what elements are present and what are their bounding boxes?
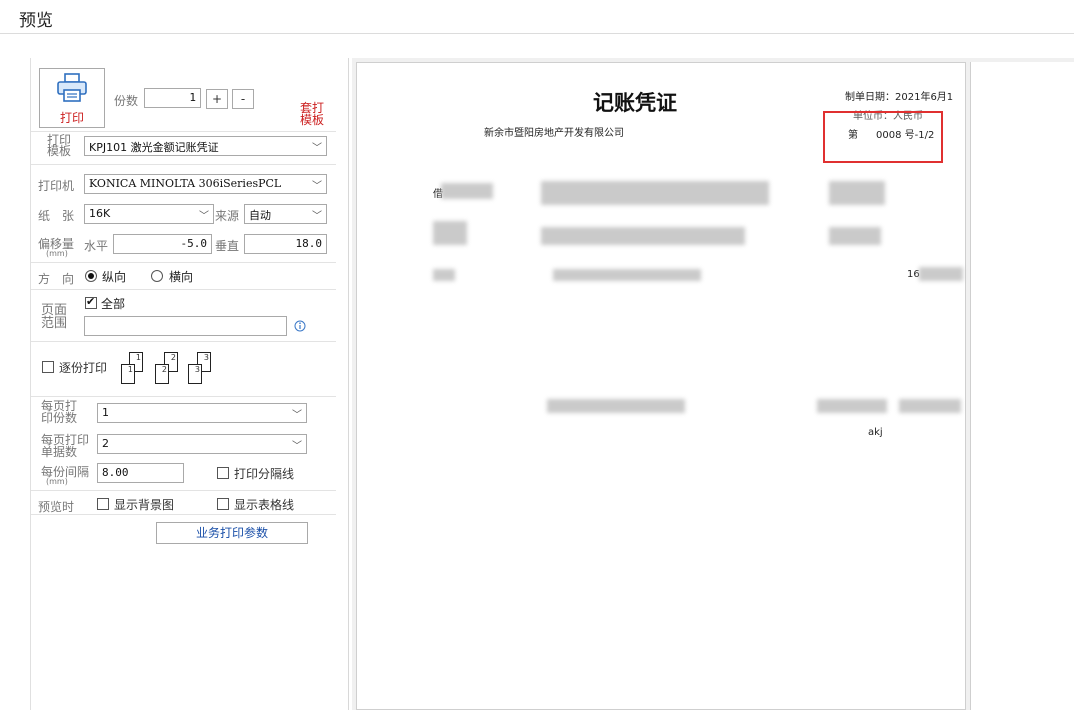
redacted-block [433, 269, 455, 281]
copies-per-page-select[interactable]: 1 ﹀ [97, 403, 307, 423]
window-titlebar: 预览 [0, 0, 1074, 34]
preview-label: 预览时 [38, 500, 75, 514]
page-range-label: 页面 范围 [41, 303, 68, 331]
chevron-down-icon: ﹀ [199, 211, 209, 222]
redacted-block [541, 227, 745, 245]
template-label: 打印 模板 [47, 133, 72, 158]
copies-per-page-label: 每页打 印份数 [41, 399, 78, 425]
redacted-block [547, 399, 685, 413]
divider [31, 341, 336, 342]
divider [31, 262, 336, 263]
collate-checkbox[interactable] [42, 361, 54, 373]
divider [31, 289, 336, 290]
divider [31, 514, 336, 515]
all-pages-checkbox[interactable] [85, 295, 97, 309]
divider [31, 396, 336, 397]
print-button-label: 打印 [59, 111, 84, 125]
page-range-input[interactable] [84, 316, 287, 336]
divider [31, 131, 336, 132]
collate-page-front: 1 [121, 364, 135, 384]
portrait-label: 纵向 [102, 270, 127, 284]
panel-divider [348, 58, 349, 710]
template-select[interactable]: KPJ101 激光金额记账凭证 ﹀ [84, 136, 327, 156]
preview-page-next [970, 62, 1074, 710]
printer-select[interactable]: KONICA MINOLTA 306iSeriesPCL ﹀ [84, 174, 327, 194]
divider [31, 490, 336, 491]
highlight-box [823, 111, 943, 163]
printer-label: 打印机 [38, 179, 75, 193]
show-grid-label: 显示表格线 [234, 498, 295, 512]
chevron-down-icon: ﹀ [292, 441, 302, 452]
horizontal-offset-input[interactable]: -5.0 [113, 234, 212, 254]
show-background-label: 显示背景图 [114, 498, 175, 512]
separator-label: 打印分隔线 [234, 467, 295, 481]
preview-area[interactable]: 记账凭证 新余市暨阳房地产开发有限公司 制单日期：2021年6月1 单位币：人民… [352, 58, 1074, 710]
interval-input[interactable]: 8.00 [97, 463, 184, 483]
copies-per-page-value: 1 [102, 406, 109, 419]
docs-per-page-value: 2 [102, 437, 109, 450]
landscape-radio[interactable] [151, 270, 163, 282]
redacted-block [829, 181, 885, 205]
print-button[interactable]: 打印 [39, 68, 105, 128]
printer-select-value: KONICA MINOLTA 306iSeriesPCL [89, 177, 282, 190]
horizontal-label: 水平 [84, 239, 109, 253]
show-background-checkbox[interactable] [97, 498, 109, 510]
copies-input[interactable]: 1 [144, 88, 201, 108]
business-print-params-button[interactable]: 业务打印参数 [156, 522, 308, 544]
voucher-maker: akj [868, 427, 883, 438]
paper-label: 纸 张 [38, 209, 75, 223]
redacted-block [919, 267, 963, 281]
collate-diagram: 1 1 2 2 3 3 [119, 350, 214, 388]
collate-label: 逐份打印 [59, 361, 108, 375]
orientation-label: 方 向 [38, 272, 75, 286]
source-label: 来源 [215, 209, 240, 223]
docs-per-page-label: 每页打印 单据数 [41, 433, 90, 459]
vertical-label: 垂直 [215, 239, 240, 253]
chevron-down-icon: ﹀ [312, 181, 322, 192]
copies-label: 份数 [114, 94, 139, 108]
window-title: 预览 [19, 11, 53, 31]
docs-per-page-select[interactable]: 2 ﹀ [97, 434, 307, 454]
collate-page-front: 2 [155, 364, 169, 384]
source-select[interactable]: 自动 ﹀ [244, 204, 327, 224]
info-icon[interactable] [294, 320, 306, 332]
show-grid-checkbox[interactable] [217, 498, 229, 510]
redacted-block [553, 269, 701, 281]
offset-unit: (mm) [46, 249, 68, 258]
template-select-value: KPJ101 激光金额记账凭证 [89, 141, 219, 154]
chevron-down-icon: ﹀ [312, 143, 322, 154]
redacted-block [899, 399, 961, 413]
redacted-block [817, 399, 887, 413]
portrait-radio[interactable] [85, 270, 97, 282]
vertical-offset-input[interactable]: 18.0 [244, 234, 327, 254]
print-settings-panel: 打印 份数 1 + - 套打 模板 打印 模板 KPJ101 激光金额记账凭证 … [30, 58, 336, 710]
source-select-value: 自动 [249, 209, 271, 222]
all-pages-label: 全部 [101, 297, 126, 311]
chevron-down-icon: ﹀ [292, 410, 302, 421]
voucher-company: 新余市暨阳房地产开发有限公司 [484, 128, 624, 139]
collate-page-front: 3 [188, 364, 202, 384]
preview-page: 记账凭证 新余市暨阳房地产开发有限公司 制单日期：2021年6月1 单位币：人民… [356, 62, 966, 710]
printer-icon [57, 73, 87, 102]
copies-plus-button[interactable]: + [206, 89, 228, 109]
redacted-block [541, 181, 769, 205]
template-stamp: 套打 模板 [300, 101, 325, 127]
separator-checkbox[interactable] [217, 467, 229, 479]
redacted-block [433, 221, 467, 245]
paper-select[interactable]: 16K ﹀ [84, 204, 214, 224]
paper-select-value: 16K [89, 207, 111, 220]
landscape-label: 横向 [169, 270, 194, 284]
row-fragment: 16 [907, 269, 920, 280]
chevron-down-icon: ﹀ [312, 211, 322, 222]
voucher-title: 记账凭证 [593, 90, 677, 115]
redacted-block [441, 183, 493, 199]
divider [31, 164, 336, 165]
interval-unit: (mm) [46, 477, 68, 486]
copies-minus-button[interactable]: - [232, 89, 254, 109]
redacted-block [829, 227, 881, 245]
voucher-date: 制单日期：2021年6月1 [845, 92, 954, 103]
